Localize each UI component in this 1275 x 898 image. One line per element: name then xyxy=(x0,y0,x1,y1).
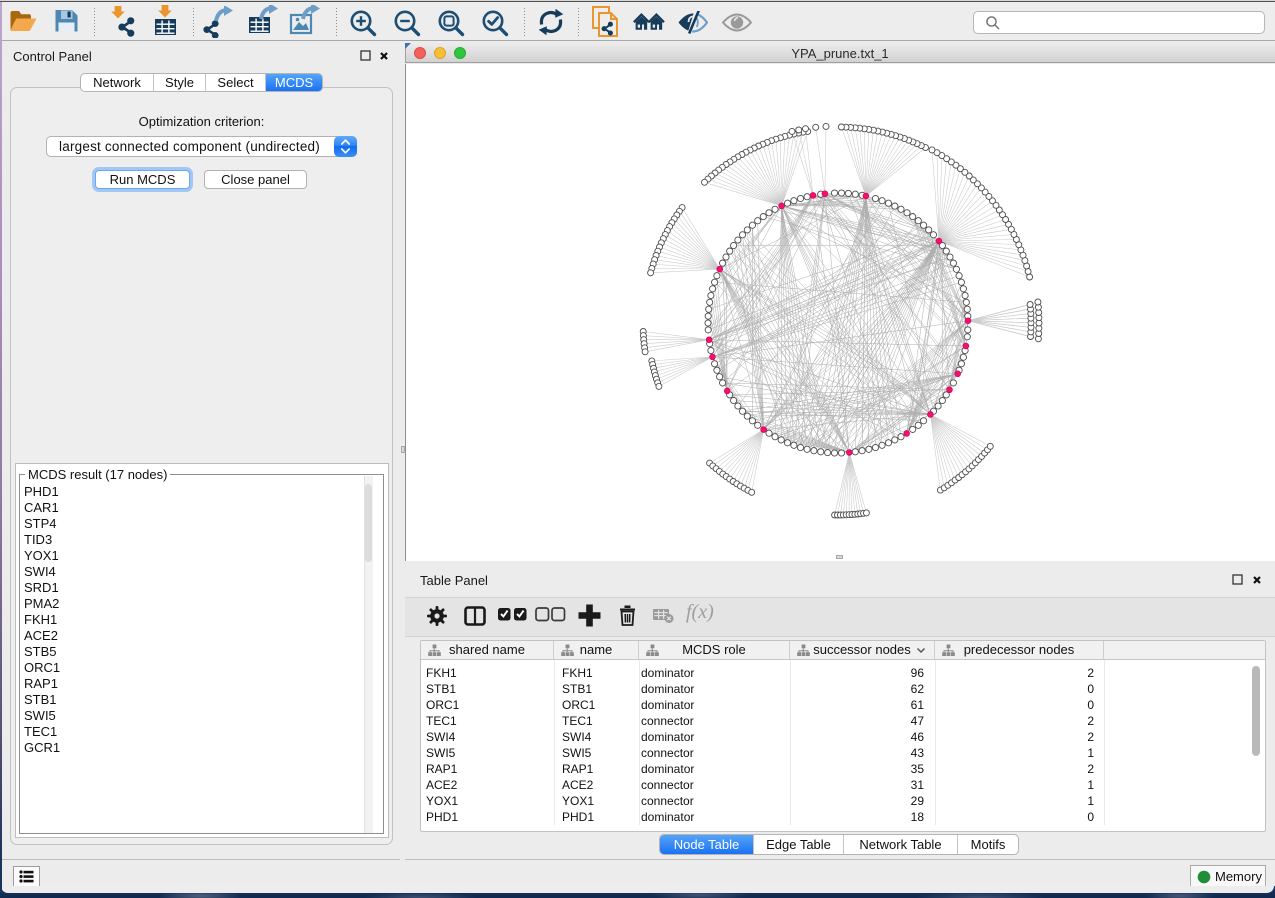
svg-text:f(x): f(x) xyxy=(686,602,714,623)
